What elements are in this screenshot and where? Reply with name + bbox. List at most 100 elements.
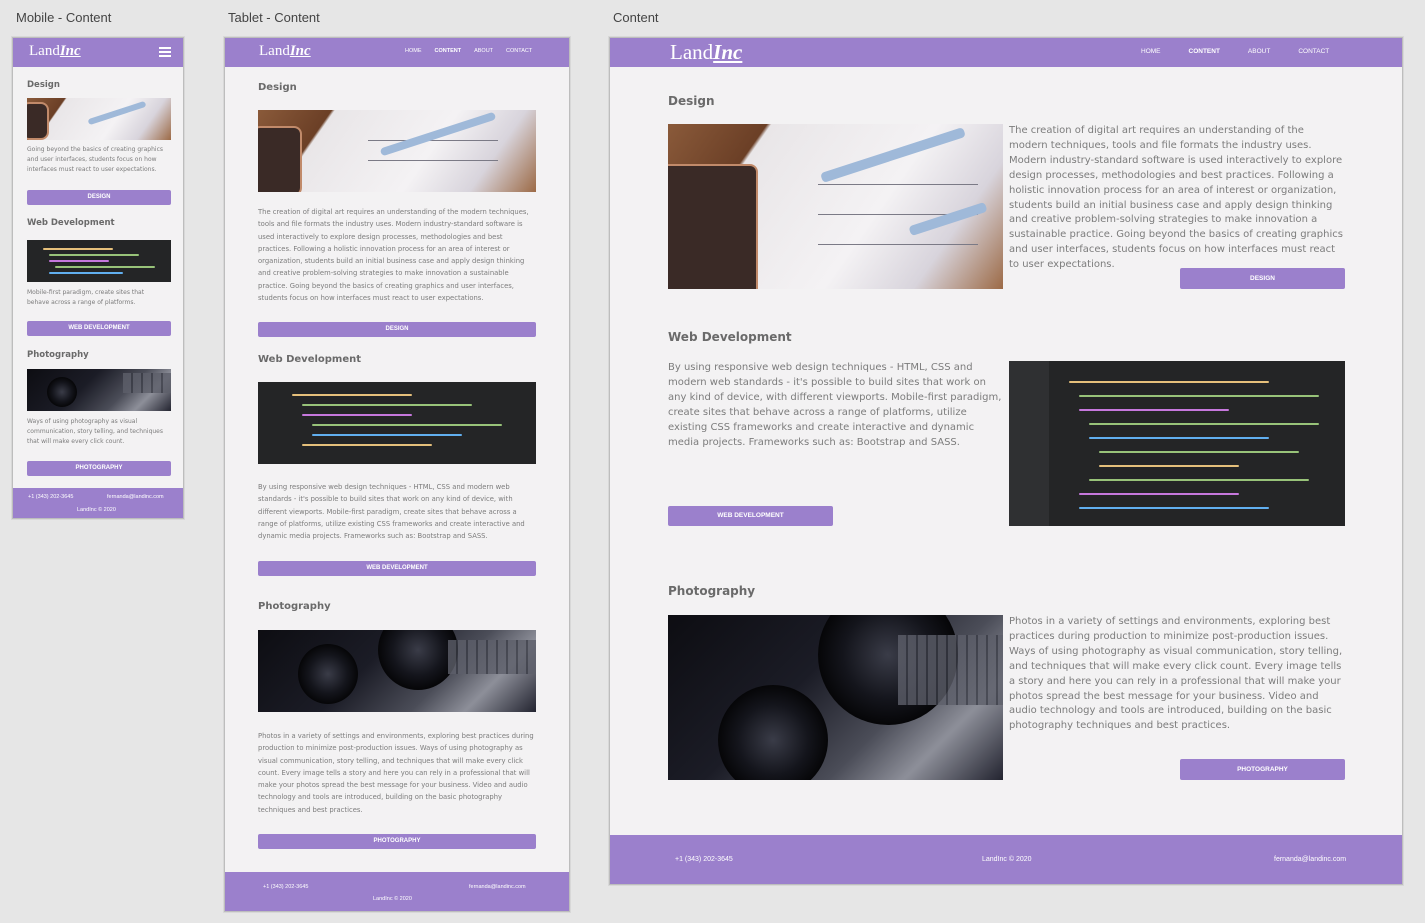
- sketch-line: [368, 160, 498, 161]
- webdev-title: Web Development: [258, 354, 362, 365]
- desktop-board-label: Content: [613, 10, 659, 25]
- design-button[interactable]: DESIGN: [258, 322, 536, 337]
- nav-about[interactable]: ABOUT: [474, 48, 493, 54]
- code-line: [43, 248, 113, 250]
- pen-shape: [908, 201, 988, 237]
- webdev-button[interactable]: WEB DEVELOPMENT: [258, 561, 536, 576]
- webdev-title: Web Development: [668, 330, 792, 344]
- footer-copyright: LandInc © 2020: [982, 856, 1032, 863]
- lens-shape: [718, 685, 828, 780]
- webdev-image: [258, 382, 536, 464]
- design-text: The creation of digital art requires an …: [1009, 125, 1343, 271]
- webdev-image: [1009, 361, 1345, 526]
- pen-shape: [820, 127, 966, 183]
- nav-home[interactable]: HOME: [1141, 48, 1161, 55]
- mobile-artboard: LandInc Design Going beyond the basics o…: [12, 37, 184, 519]
- code-line: [302, 404, 472, 406]
- keyboard-shape: [123, 373, 171, 393]
- photo-text: Photos in a variety of settings and envi…: [258, 732, 534, 814]
- design-canvas: Mobile - Content Tablet - Content Conten…: [0, 0, 1425, 923]
- lens-shape: [378, 630, 458, 690]
- design-title: Design: [27, 80, 60, 90]
- photo-image: [27, 369, 171, 411]
- desktop-footer: +1 (343) 202-3645 LandInc © 2020 fernand…: [610, 835, 1402, 884]
- photo-title: Photography: [27, 350, 89, 360]
- logo-light: Land: [29, 43, 60, 59]
- design-text: Going beyond the basics of creating grap…: [27, 146, 163, 173]
- nav-content[interactable]: CONTENT: [435, 48, 462, 54]
- code-line: [1079, 507, 1269, 509]
- keyboard-shape: [448, 640, 536, 674]
- logo[interactable]: LandInc: [29, 43, 81, 60]
- phone-shape: [258, 126, 302, 192]
- nav-content[interactable]: CONTENT: [1189, 48, 1220, 55]
- design-title: Design: [258, 82, 297, 93]
- nav-contact[interactable]: CONTACT: [1298, 48, 1329, 55]
- photo-title: Photography: [668, 584, 756, 598]
- logo-bold: Inc: [289, 43, 311, 59]
- photo-button[interactable]: PHOTOGRAPHY: [27, 461, 171, 476]
- desktop-navbar: LandInc HOME CONTENT ABOUT CONTACT: [610, 38, 1402, 67]
- design-button[interactable]: DESIGN: [27, 190, 171, 205]
- logo-bold: Inc: [713, 40, 743, 64]
- nav-home[interactable]: HOME: [405, 48, 422, 54]
- code-line: [55, 266, 155, 268]
- tablet-footer: +1 (343) 202-3645 fernanda@landinc.com L…: [225, 872, 569, 911]
- phone-shape: [668, 164, 758, 289]
- footer-copyright: LandInc © 2020: [77, 507, 116, 513]
- code-line: [1099, 465, 1239, 467]
- webdev-image: [27, 240, 171, 282]
- code-line: [292, 394, 412, 396]
- code-line: [312, 424, 502, 426]
- design-image: [258, 110, 536, 192]
- footer-email[interactable]: fernanda@landinc.com: [469, 884, 526, 890]
- photo-button[interactable]: PHOTOGRAPHY: [258, 834, 536, 849]
- code-line: [1079, 409, 1229, 411]
- photo-image: [668, 615, 1003, 780]
- code-line: [302, 414, 412, 416]
- footer-phone[interactable]: +1 (343) 202-3645: [28, 494, 73, 500]
- webdev-text: By using responsive web design technique…: [668, 362, 1002, 448]
- footer-phone[interactable]: +1 (343) 202-3645: [263, 884, 308, 890]
- pen-shape: [379, 111, 497, 157]
- sketch-line: [818, 244, 978, 245]
- sketch-line: [368, 140, 498, 141]
- footer-copyright: LandInc © 2020: [373, 896, 412, 902]
- code-line: [1069, 381, 1269, 383]
- tablet-navbar: LandInc HOME CONTENT ABOUT CONTACT: [225, 38, 569, 67]
- lens-shape: [298, 644, 358, 704]
- footer-email[interactable]: fernanda@landinc.com: [1274, 856, 1346, 863]
- logo-light: Land: [259, 43, 290, 59]
- photo-image: [258, 630, 536, 712]
- photo-text: Ways of using photography as visual comm…: [27, 418, 163, 445]
- code-gutter: [1009, 361, 1049, 526]
- code-line: [1099, 451, 1299, 453]
- hamburger-menu-icon[interactable]: [159, 47, 171, 57]
- desktop-artboard: LandInc HOME CONTENT ABOUT CONTACT Desig…: [609, 37, 1403, 885]
- logo[interactable]: LandInc: [670, 40, 742, 65]
- code-line: [302, 444, 432, 446]
- code-line: [1089, 423, 1319, 425]
- tablet-artboard: LandInc HOME CONTENT ABOUT CONTACT Desig…: [224, 37, 570, 912]
- design-button[interactable]: DESIGN: [1180, 268, 1345, 289]
- logo-light: Land: [670, 40, 714, 64]
- design-image: [668, 124, 1003, 289]
- webdev-button[interactable]: WEB DEVELOPMENT: [668, 506, 833, 526]
- nav-about[interactable]: ABOUT: [1248, 48, 1270, 55]
- webdev-button[interactable]: WEB DEVELOPMENT: [27, 321, 171, 336]
- webdev-text: Mobile-first paradigm, create sites that…: [27, 289, 145, 306]
- code-line: [1079, 493, 1239, 495]
- code-line: [1089, 437, 1269, 439]
- code-line: [49, 272, 123, 274]
- logo[interactable]: LandInc: [259, 43, 311, 60]
- nav-contact[interactable]: CONTACT: [506, 48, 532, 54]
- phone-shape: [27, 102, 49, 140]
- code-line: [49, 260, 109, 262]
- footer-phone[interactable]: +1 (343) 202-3645: [675, 856, 733, 863]
- code-line: [49, 254, 139, 256]
- photo-button[interactable]: PHOTOGRAPHY: [1180, 759, 1345, 780]
- keyboard-shape: [898, 635, 1003, 705]
- mobile-navbar: LandInc: [13, 38, 183, 67]
- footer-email[interactable]: fernanda@landinc.com: [107, 494, 164, 500]
- code-line: [1089, 479, 1309, 481]
